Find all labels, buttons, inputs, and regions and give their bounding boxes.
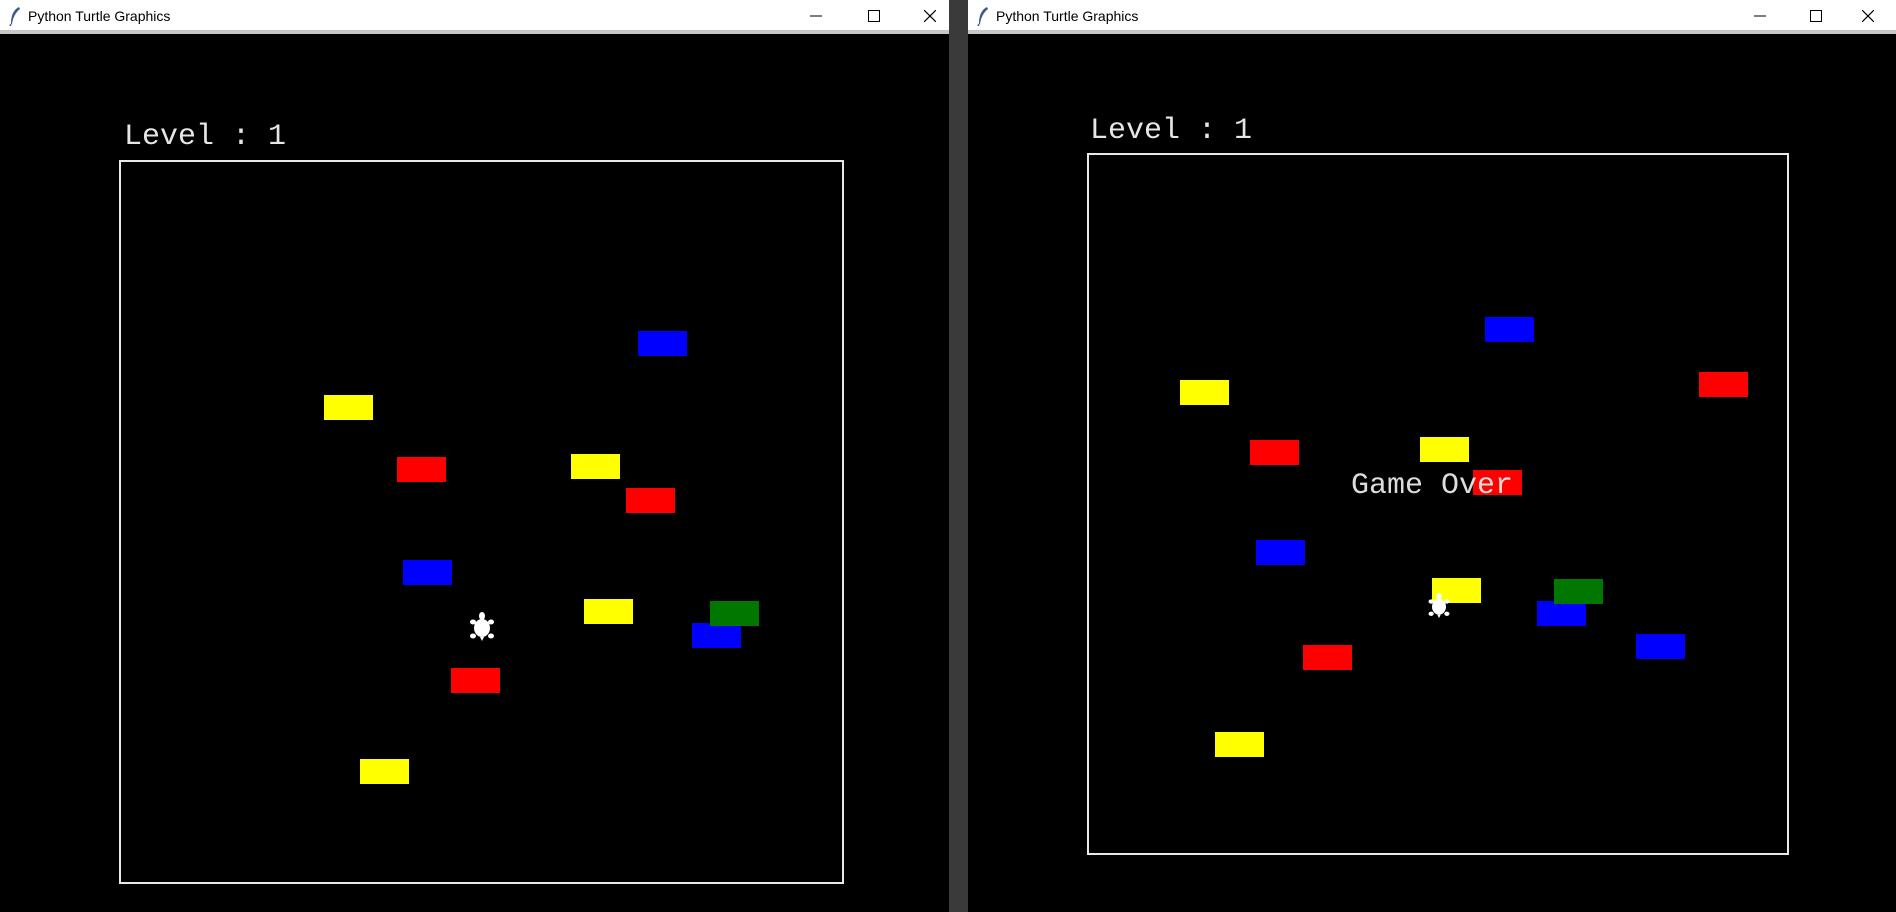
turtle-icon [470,612,494,641]
game-over-text: Game Over [1351,469,1514,503]
car-blue [1537,601,1586,626]
car-blue [692,623,741,648]
car-red [1250,440,1299,465]
arena-border [119,160,844,884]
car-yellow [571,454,620,479]
level-label: Level : 1 [124,120,287,154]
car-blue [1636,634,1685,659]
turtle-window-right: Python Turtle Graphics Level : 1 Game Ov… [968,0,1896,912]
close-button[interactable] [902,0,949,32]
title-bar[interactable]: Python Turtle Graphics [0,0,949,34]
window-separator [949,0,968,912]
minimize-icon [1754,15,1766,17]
feather-icon [9,7,20,26]
car-yellow [360,759,409,784]
maximize-icon [1810,10,1822,22]
car-red [1699,372,1748,397]
car-red [451,668,500,693]
title-bar[interactable]: Python Turtle Graphics [968,0,1896,34]
level-label: Level : 1 [1090,114,1253,148]
window-title: Python Turtle Graphics [996,8,1139,24]
car-yellow [584,599,633,624]
car-red [397,457,446,482]
car-blue [1256,540,1305,565]
feather-icon [977,7,988,26]
car-yellow [324,395,373,420]
car-yellow [1215,732,1264,757]
car-yellow [1180,380,1229,405]
car-red [626,488,675,513]
car-green [710,601,759,626]
car-green [1554,579,1603,604]
minimize-button[interactable] [1732,0,1788,32]
turtle-window-left: Python Turtle Graphics Level : 1 [0,0,949,912]
close-button[interactable] [1840,0,1896,32]
minimize-button[interactable] [788,0,844,32]
maximize-button[interactable] [1788,0,1844,32]
window-title: Python Turtle Graphics [28,8,171,24]
close-icon [1862,10,1874,22]
game-canvas[interactable]: Level : 1 [0,38,949,912]
car-blue [1485,317,1534,342]
maximize-icon [868,10,880,22]
maximize-button[interactable] [846,0,902,32]
game-canvas[interactable]: Level : 1 Game Over [968,38,1896,912]
car-yellow [1420,437,1469,462]
car-red [1303,645,1352,670]
minimize-icon [810,15,822,17]
close-icon [924,10,936,22]
arena-border [1087,153,1789,855]
car-blue [638,331,687,356]
turtle-icon [1428,592,1450,619]
car-blue [403,560,452,585]
